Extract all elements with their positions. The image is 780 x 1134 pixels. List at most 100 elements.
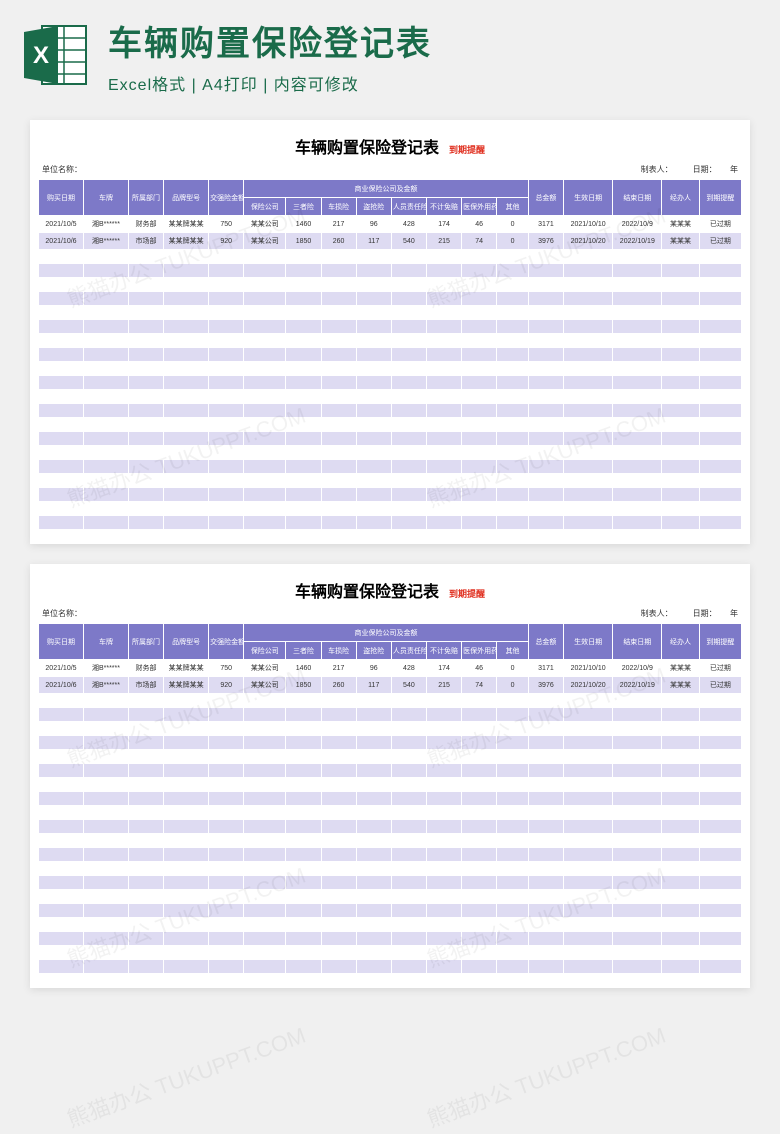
cell-empty bbox=[564, 320, 613, 334]
th-ry: 人员责任险 bbox=[391, 642, 426, 660]
cell-empty bbox=[209, 362, 244, 376]
registration-table: 购买日期 车牌 所属部门 品牌型号 交强险金额 商业保险公司及金额 总金额 生效… bbox=[38, 179, 742, 530]
th-group: 商业保险公司及金额 bbox=[244, 624, 529, 642]
table-row: 2021/10/6湘B******市场部某某牌某某920某某公司18502601… bbox=[39, 677, 742, 694]
cell-empty bbox=[164, 306, 209, 320]
cell-empty bbox=[209, 792, 244, 806]
cell-dq: 117 bbox=[356, 233, 391, 250]
cell-empty bbox=[128, 474, 163, 488]
cell-empty bbox=[426, 918, 461, 932]
cell-empty bbox=[83, 348, 128, 362]
cell-empty bbox=[128, 694, 163, 708]
cell-empty bbox=[244, 946, 286, 960]
cell-empty bbox=[164, 292, 209, 306]
cell-empty bbox=[662, 946, 699, 960]
cell-empty bbox=[321, 348, 356, 362]
cell-empty bbox=[564, 820, 613, 834]
cell-empty bbox=[662, 778, 699, 792]
table-row-empty bbox=[39, 820, 742, 834]
th-date: 购买日期 bbox=[39, 180, 84, 216]
cell-empty bbox=[128, 320, 163, 334]
cell-empty bbox=[128, 932, 163, 946]
table-row-empty bbox=[39, 404, 742, 418]
cell-empty bbox=[564, 418, 613, 432]
cell-empty bbox=[286, 320, 321, 334]
th-agent: 经办人 bbox=[662, 180, 699, 216]
meta-row: 单位名称： 制表人： 日期： 年 bbox=[38, 164, 742, 175]
cell-empty bbox=[321, 446, 356, 460]
cell-empty bbox=[699, 722, 741, 736]
cell-empty bbox=[39, 264, 84, 278]
cell-empty bbox=[244, 876, 286, 890]
cell-empty bbox=[39, 250, 84, 264]
cell-empty bbox=[164, 862, 209, 876]
cell-empty bbox=[321, 834, 356, 848]
cell-empty bbox=[83, 946, 128, 960]
cell-empty bbox=[462, 876, 497, 890]
cell-empty bbox=[564, 264, 613, 278]
cell-empty bbox=[613, 806, 662, 820]
cell-empty bbox=[426, 474, 461, 488]
cell-empty bbox=[391, 362, 426, 376]
cell-empty bbox=[564, 446, 613, 460]
th-remind: 到期提醒 bbox=[699, 180, 741, 216]
cell-empty bbox=[426, 488, 461, 502]
cell-empty bbox=[356, 960, 391, 974]
svg-text:X: X bbox=[33, 42, 49, 69]
cell-empty bbox=[244, 488, 286, 502]
cell-start: 2021/10/10 bbox=[564, 216, 613, 233]
cell-empty bbox=[564, 488, 613, 502]
cell-empty bbox=[164, 418, 209, 432]
cell-empty bbox=[83, 320, 128, 334]
cell-empty bbox=[564, 278, 613, 292]
table-row-empty bbox=[39, 946, 742, 960]
cell-empty bbox=[528, 862, 563, 876]
cell-empty bbox=[426, 460, 461, 474]
cell-empty bbox=[128, 960, 163, 974]
cell-agent: 某某某 bbox=[662, 660, 699, 677]
table-row-empty bbox=[39, 694, 742, 708]
cell-empty bbox=[83, 502, 128, 516]
cell-empty bbox=[209, 708, 244, 722]
cell-empty bbox=[321, 432, 356, 446]
cell-empty bbox=[321, 960, 356, 974]
cell-empty bbox=[244, 502, 286, 516]
cell-empty bbox=[497, 362, 529, 376]
cell-empty bbox=[613, 736, 662, 750]
cell-end: 2022/10/19 bbox=[613, 677, 662, 694]
cell-empty bbox=[391, 278, 426, 292]
cell-empty bbox=[497, 876, 529, 890]
cell-empty bbox=[462, 432, 497, 446]
cell-empty bbox=[497, 502, 529, 516]
cell-empty bbox=[209, 306, 244, 320]
cell-dq: 96 bbox=[356, 660, 391, 677]
table-row-empty bbox=[39, 876, 742, 890]
cell-empty bbox=[391, 390, 426, 404]
cell-empty bbox=[462, 362, 497, 376]
cell-empty bbox=[699, 960, 741, 974]
cell-bj: 174 bbox=[426, 216, 461, 233]
table-row-empty bbox=[39, 918, 742, 932]
cell-empty bbox=[391, 876, 426, 890]
cell-empty bbox=[321, 778, 356, 792]
cell-empty bbox=[286, 418, 321, 432]
cell-empty bbox=[462, 736, 497, 750]
cell-empty bbox=[662, 848, 699, 862]
cell-empty bbox=[528, 946, 563, 960]
cell-jq: 920 bbox=[209, 677, 244, 694]
cell-start: 2021/10/10 bbox=[564, 660, 613, 677]
cell-empty bbox=[128, 918, 163, 932]
cell-empty bbox=[286, 292, 321, 306]
cell-empty bbox=[209, 488, 244, 502]
cell-empty bbox=[699, 820, 741, 834]
cell-empty bbox=[699, 516, 741, 530]
cell-cs: 260 bbox=[321, 233, 356, 250]
cell-empty bbox=[699, 404, 741, 418]
cell-empty bbox=[164, 736, 209, 750]
cell-dept: 财务部 bbox=[128, 216, 163, 233]
cell-empty bbox=[164, 946, 209, 960]
cell-empty bbox=[662, 820, 699, 834]
cell-remind: 已过期 bbox=[699, 660, 741, 677]
cell-empty bbox=[39, 488, 84, 502]
cell-empty bbox=[164, 876, 209, 890]
